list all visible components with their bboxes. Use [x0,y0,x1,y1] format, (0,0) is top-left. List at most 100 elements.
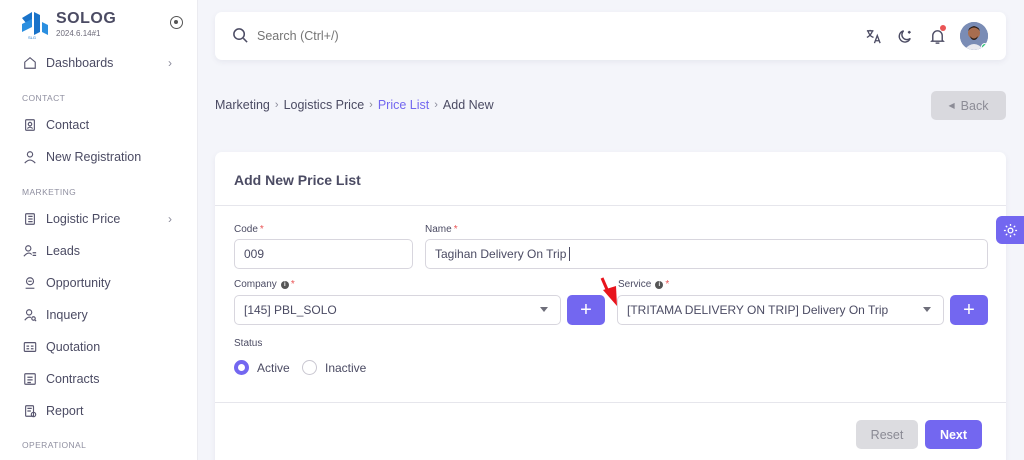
breadcrumb-separator: › [434,99,438,111]
breadcrumb-separator: › [274,99,279,111]
divider [215,402,1006,403]
reset-button-label: Reset [870,427,904,442]
sidebar-item-label: Logistic Price [46,212,121,226]
service-label: Service i * [618,279,669,290]
sidebar-item-new-registration[interactable]: New Registration [22,146,182,168]
section-title-contact: CONTACT [22,93,66,103]
annotation-arrow-icon [600,277,617,306]
topbar [215,12,1006,60]
report-icon [22,403,38,419]
sidebar-item-inquery[interactable]: Inquery [22,304,182,326]
sologs-logo-icon: SLG [22,12,48,40]
moon-icon[interactable] [895,26,915,46]
sidebar-item-dashboards[interactable]: Dashboards › [22,52,182,74]
name-value: Tagihan Delivery On Trip [435,247,567,261]
sidebar-item-report[interactable]: Report [22,400,182,422]
chevron-down-icon [923,307,931,312]
status-radio-inactive[interactable]: Inactive [302,360,366,375]
code-field[interactable]: 009 [234,239,413,269]
chevron-right-icon: › [168,212,172,226]
caret-left-icon: ◀ [948,101,955,110]
next-button[interactable]: Next [925,420,982,449]
search-input[interactable] [257,26,557,46]
user-search-icon [22,307,38,323]
code-label-text: Code [234,224,258,235]
back-button[interactable]: ◀ Back [931,91,1006,120]
status-label: Status [234,338,262,349]
brand: SLG SOLOG 2024.6.14#1 [18,10,188,42]
sidebar-item-label: Dashboards [46,56,114,70]
breadcrumb: Marketing › Logistics Price › Price List… [215,98,494,112]
sidebar-item-label: New Registration [46,150,142,164]
status-radio-active[interactable]: Active [234,360,290,375]
id-card-icon [22,339,38,355]
reset-button[interactable]: Reset [856,420,918,449]
status-label-text: Status [234,338,263,349]
sidebar-item-opportunity[interactable]: Opportunity [22,272,182,294]
breadcrumb-separator: › [369,99,373,111]
sidebar-item-quotation[interactable]: Quotation [22,336,182,358]
breadcrumb-marketing[interactable]: Marketing [215,98,270,112]
breadcrumb-price-list[interactable]: Price List [378,98,429,112]
status-option-label: Inactive [325,360,367,375]
translate-icon[interactable] [863,26,883,46]
required-mark: * [259,224,264,235]
sidebar-item-contact[interactable]: Contact [22,114,182,136]
text-cursor [569,247,571,261]
breadcrumb-add-new: Add New [442,98,494,112]
info-icon: i [280,280,289,289]
breadcrumb-logistics-price[interactable]: Logistics Price [284,98,365,112]
sidebar-item-label: Inquery [46,308,88,322]
service-value: [TRITAMA DELIVERY ON TRIP] Delivery On T… [627,303,889,317]
sidebar-toggle-icon[interactable] [170,16,183,29]
bell-icon[interactable] [927,25,947,46]
required-mark: * [665,279,670,290]
sidebar-item-label: Report [46,404,84,418]
sidebar-item-label: Opportunity [46,276,111,290]
back-button-label: Back [960,98,989,113]
sidebar-item-logistic-price[interactable]: Logistic Price › [22,208,182,230]
sidebar-item-label: Contact [46,118,90,132]
brand-version: 2024.6.14#1 [56,29,101,38]
service-select[interactable]: [TRITAMA DELIVERY ON TRIP] Delivery On T… [617,295,944,325]
required-mark: * [453,224,458,235]
name-label-text: Name [425,224,452,235]
sidebar-item-label: Contracts [46,372,100,386]
next-button-label: Next [939,427,968,442]
code-label: Code * [234,224,264,235]
sidebar-item-leads[interactable]: Leads [22,240,182,262]
service-label-text: Service [618,279,652,290]
company-label: Company i * [234,279,295,290]
section-title-operational: OPERATIONAL [22,440,87,450]
form-title: Add New Price List [234,172,361,188]
plus-icon: + [580,298,592,321]
add-service-button[interactable]: + [950,295,988,325]
section-title-marketing: MARKETING [22,187,77,197]
user-icon [22,149,38,165]
radio-unchecked-icon[interactable] [302,360,317,375]
name-field[interactable]: Tagihan Delivery On Trip [425,239,988,269]
contact-card-icon [22,117,38,133]
handshake-icon [22,275,38,291]
company-value: [145] PBL_SOLO [244,303,337,317]
radio-checked-icon[interactable] [234,360,249,375]
plus-icon: + [963,298,975,321]
code-value: 009 [244,247,265,261]
user-list-icon [22,243,38,259]
sidebar-item-contracts[interactable]: Contracts [22,368,182,390]
name-label: Name * [425,224,458,235]
avatar[interactable] [960,22,988,50]
chevron-down-icon [540,307,548,312]
company-select[interactable]: [145] PBL_SOLO [234,295,561,325]
divider [215,205,1006,206]
home-icon [22,55,38,71]
brand-name: SOLOG [56,10,117,27]
customizer-toggle[interactable] [996,216,1024,244]
svg-text:SLG: SLG [28,35,36,40]
gear-icon [1003,223,1017,237]
online-status-dot [981,43,988,50]
info-icon: i [655,280,664,289]
sidebar-item-label: Leads [46,244,81,258]
document-icon [22,371,38,387]
search-icon[interactable] [232,27,249,49]
